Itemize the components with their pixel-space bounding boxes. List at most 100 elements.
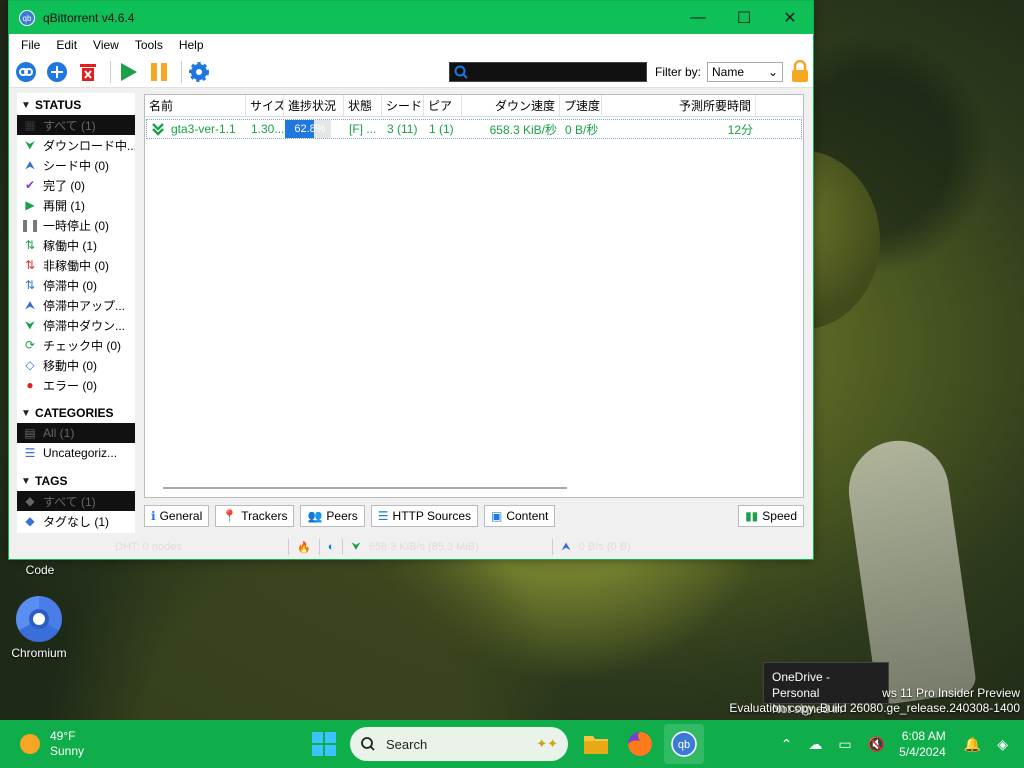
clock[interactable]: 6:08 AM 5/4/2024 bbox=[899, 728, 946, 760]
desktop-icon-chromium[interactable]: Chromium bbox=[6, 596, 72, 660]
fire-icon[interactable]: 🔥 bbox=[289, 539, 320, 555]
tab-general[interactable]: ℹ General bbox=[144, 505, 210, 527]
category-item-uncategorized[interactable]: ☰ Uncategoriz... bbox=[17, 443, 135, 463]
categories-section-header[interactable]: ▼ CATEGORIES bbox=[17, 403, 135, 423]
upload-status[interactable]: ⮝ 0 B/s (0 B) bbox=[553, 539, 638, 555]
cell-eta: 12分 bbox=[727, 122, 753, 137]
col-progress[interactable]: 進捗状況 bbox=[284, 95, 344, 116]
tags-section-header[interactable]: ▼ TAGS bbox=[17, 471, 135, 491]
status-section-header[interactable]: ▼ STATUS bbox=[17, 95, 135, 115]
download-arrow-icon: ⮟ bbox=[351, 540, 361, 553]
menu-view[interactable]: View bbox=[85, 38, 127, 52]
menu-help[interactable]: Help bbox=[171, 38, 212, 52]
speed-button[interactable]: ▮▮ Speed bbox=[738, 505, 804, 527]
col-eta[interactable]: 予測所要時間 bbox=[602, 95, 756, 116]
status-item[interactable]: ❚❚ 一時停止 (0) bbox=[17, 215, 135, 235]
toolbar: Filter by: Name ⌄ bbox=[9, 56, 813, 88]
pause-icon bbox=[151, 62, 167, 81]
status-item[interactable]: ⮝ 停滞中アップ... bbox=[17, 295, 135, 315]
status-item[interactable]: ⇅ 非稼働中 (0) bbox=[17, 255, 135, 275]
minimize-button[interactable]: — bbox=[675, 1, 721, 34]
status-item[interactable]: ⟳ チェック中 (0) bbox=[17, 335, 135, 355]
notification-bell-icon[interactable]: 🔔 bbox=[964, 736, 981, 753]
onedrive-cloud-icon[interactable]: ☁ bbox=[808, 736, 822, 753]
file-explorer-button[interactable] bbox=[576, 724, 616, 764]
evaluation-watermark: ws 11 Pro Insider Preview Evaluation cop… bbox=[729, 686, 1020, 716]
search-icon bbox=[454, 65, 468, 79]
status-item[interactable]: ⇅ 停滞中 (0) bbox=[17, 275, 135, 295]
search-icon bbox=[361, 737, 375, 751]
all-icon: ▦ bbox=[24, 118, 36, 132]
col-up-speed[interactable]: プ速度 bbox=[560, 95, 602, 116]
col-seeds[interactable]: シード bbox=[382, 95, 424, 116]
firefox-button[interactable] bbox=[620, 724, 660, 764]
status-item[interactable]: ⮟ 停滞中ダウン... bbox=[17, 315, 135, 335]
weather-widget[interactable]: 49°F Sunny bbox=[20, 729, 84, 759]
delete-button[interactable] bbox=[75, 59, 101, 85]
desktop-icon-code[interactable]: Code bbox=[18, 563, 62, 577]
torrent-table: 名前 サイズ 進捗状況 状態 シード ピア ダウン速度 プ速度 予測所要時間 g… bbox=[144, 94, 804, 498]
tag-item-untagged[interactable]: ◆ タグなし (1) bbox=[17, 511, 135, 531]
tab-content[interactable]: ▣ Content bbox=[484, 505, 556, 527]
copilot-icon[interactable]: ◈ bbox=[997, 736, 1008, 753]
status-item-label: すべて (1) bbox=[43, 118, 96, 133]
inactive-icon: ⇅ bbox=[24, 258, 36, 272]
speed-limit-lock-button[interactable] bbox=[787, 59, 813, 85]
connection-status-icon[interactable]: ◐ bbox=[320, 539, 344, 555]
search-input[interactable] bbox=[448, 61, 647, 82]
col-down-speed[interactable]: ダウン速度 bbox=[462, 95, 560, 116]
filter-label: Filter by: bbox=[654, 64, 701, 79]
add-torrent-button[interactable] bbox=[44, 59, 70, 85]
upload-icon: ⮝ bbox=[24, 157, 36, 172]
status-item[interactable]: ⇅ 稼働中 (1) bbox=[17, 235, 135, 255]
tab-trackers[interactable]: 📍 Trackers bbox=[215, 505, 295, 527]
menu-edit[interactable]: Edit bbox=[48, 38, 85, 52]
taskbar-search[interactable]: Search ✦✦ bbox=[350, 727, 568, 761]
chevron-up-icon[interactable]: ⌃ bbox=[781, 736, 793, 753]
category-item-all[interactable]: ▤ All (1) bbox=[17, 423, 135, 443]
horizontal-scrollbar[interactable] bbox=[163, 487, 567, 489]
options-button[interactable] bbox=[186, 59, 212, 85]
volume-icon[interactable]: 🔇 bbox=[868, 736, 885, 753]
tab-label: Trackers bbox=[241, 509, 288, 523]
title-bar[interactable]: qb qBittorrent v4.6.4 — ☐ ✕ bbox=[9, 1, 813, 34]
network-icon[interactable]: ▭ bbox=[838, 736, 851, 753]
status-item-label: エラー (0) bbox=[43, 378, 98, 393]
add-link-button[interactable] bbox=[13, 59, 39, 85]
status-item[interactable]: ✔ 完了 (0) bbox=[17, 175, 135, 195]
tab-http-sources[interactable]: ☰ HTTP Sources bbox=[370, 505, 478, 527]
pause-button[interactable] bbox=[146, 59, 172, 85]
status-item[interactable]: ⮝ シード中 (0) bbox=[17, 155, 135, 175]
filter-select[interactable]: Name ⌄ bbox=[707, 61, 783, 82]
play-icon: ▶ bbox=[25, 198, 35, 212]
resume-button[interactable] bbox=[115, 59, 141, 85]
tab-peers[interactable]: 👥 Peers bbox=[300, 505, 365, 527]
qbittorrent-window: qb qBittorrent v4.6.4 — ☐ ✕ File Edit Vi… bbox=[8, 0, 814, 560]
maximize-button[interactable]: ☐ bbox=[721, 1, 767, 34]
status-item[interactable]: ◇ 移動中 (0) bbox=[17, 355, 135, 375]
close-button[interactable]: ✕ bbox=[767, 1, 813, 34]
status-item[interactable]: ▶ 再開 (1) bbox=[17, 195, 135, 215]
col-name[interactable]: 名前 bbox=[145, 95, 246, 116]
chromium-icon bbox=[16, 596, 62, 642]
menu-tools[interactable]: Tools bbox=[127, 38, 171, 52]
qbittorrent-taskbar-button[interactable]: qb bbox=[664, 724, 704, 764]
start-button[interactable] bbox=[312, 732, 336, 756]
menu-file[interactable]: File bbox=[13, 38, 48, 52]
col-state[interactable]: 状態 bbox=[344, 95, 382, 116]
status-item[interactable]: ● エラー (0) bbox=[17, 375, 135, 395]
check-icon: ✔ bbox=[24, 178, 36, 192]
col-size[interactable]: サイズ bbox=[246, 95, 284, 116]
download-status[interactable]: ⮟ 658.3 KiB/s (85.3 MiB) bbox=[343, 539, 554, 555]
delete-icon bbox=[80, 63, 96, 81]
firefox-icon bbox=[628, 732, 652, 756]
col-peers[interactable]: ピア bbox=[424, 95, 462, 116]
download-status-text: 658.3 KiB/s (85.3 MiB) bbox=[368, 541, 479, 553]
toolbar-separator bbox=[181, 60, 182, 83]
tag-item-all[interactable]: ◆ すべて (1) bbox=[17, 491, 135, 511]
status-item[interactable]: ▦ すべて (1) bbox=[17, 115, 135, 135]
table-row[interactable]: gta3-ver-1.1 1.30... 62.8% [F] ... 3 (11… bbox=[146, 119, 802, 139]
status-item[interactable]: ⮟ ダウンロード中... bbox=[17, 135, 135, 155]
upload-arrow-icon: ⮝ bbox=[561, 540, 571, 553]
status-item-label: 再開 (1) bbox=[43, 198, 86, 213]
